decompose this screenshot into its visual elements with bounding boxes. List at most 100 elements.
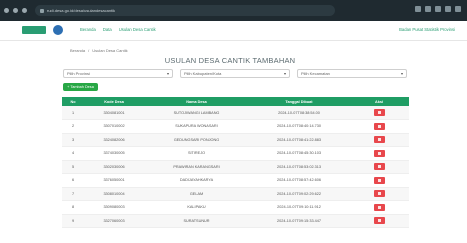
cell-aksi xyxy=(349,133,409,147)
table-row: 8 3309080003 KALIPAKU 2024-10-07T09:10:11.9… xyxy=(62,200,409,215)
col-header-tanggal: Tanggal Dibuat xyxy=(249,97,349,106)
back-icon[interactable] xyxy=(4,8,9,13)
lock-icon xyxy=(40,8,44,13)
cell-no: 9 xyxy=(62,214,84,228)
cell-no: 1 xyxy=(62,106,84,120)
chevron-down-icon: ▾ xyxy=(400,71,403,76)
cell-kode: 3376050001 xyxy=(84,173,144,188)
delete-button[interactable] xyxy=(373,163,385,171)
menu-item-beranda[interactable]: Beranda xyxy=(80,27,96,32)
agency-logo xyxy=(53,25,63,35)
cell-kode: 3304081001 xyxy=(84,106,144,120)
cell-nama: SUKAPURA WONASARI xyxy=(144,119,249,134)
table-row: 6 3376050001 DADIJAYAHKARYA 2024-10-07T08:5… xyxy=(62,173,409,188)
extensions-icon[interactable] xyxy=(415,6,421,12)
bookmark-icon[interactable] xyxy=(425,6,431,12)
menu-icon[interactable] xyxy=(455,6,461,12)
cell-tanggal: 2024-10-07T09:10:11.912 xyxy=(249,200,349,215)
delete-button[interactable] xyxy=(373,176,385,184)
table-row: 7 3308010004 GELAM 2024-10-07T09:02:29.622 xyxy=(62,187,409,201)
menu-item-data[interactable]: Data xyxy=(103,27,112,32)
district-select-label: Pilih Kecamatan xyxy=(301,71,330,76)
profile-icon[interactable] xyxy=(445,6,451,12)
table-row: 4 3374030005 SITIREJO 2024-10-07T08:45:30.1… xyxy=(62,146,409,161)
col-header-nama: Nama Desa xyxy=(144,97,249,106)
cell-tanggal: 2024-10-07T08:53:02.313 xyxy=(249,160,349,174)
province-select[interactable]: Pilih Provinsi ▾ xyxy=(63,69,173,78)
table-row: 5 3302030006 PRAWIRAN KARANGSARI 2024-10-07… xyxy=(62,160,409,174)
village-table: No Kode Desa Nama Desa Tanggal Dibuat Ak… xyxy=(62,97,409,228)
chevron-down-icon: ▾ xyxy=(283,71,286,76)
col-header-no: No xyxy=(62,97,84,106)
col-header-aksi: Aksi xyxy=(349,97,409,106)
breadcrumb-current: Usulan Desa Cantik xyxy=(92,48,128,53)
cell-aksi xyxy=(349,160,409,174)
table-row: 3 3324082006 GEDUNGSARI PONJONG 2024-10-07T… xyxy=(62,133,409,147)
cell-nama: PRAWIRAN KARANGSARI xyxy=(144,160,249,174)
menu-item-usulan[interactable]: Usulan Desa Cantik xyxy=(119,27,156,32)
col-header-kode: Kode Desa xyxy=(84,97,144,106)
table-row: 1 3304081001 SUTOJIWANGI LAMBANG 2024-10-07… xyxy=(62,106,409,120)
main-menu: Beranda Data Usulan Desa Cantik xyxy=(80,27,156,32)
cell-nama: SURATSUNUR xyxy=(144,214,249,228)
chevron-down-icon: ▾ xyxy=(166,71,169,76)
district-select[interactable]: Pilih Kecamatan ▾ xyxy=(297,69,407,78)
cell-aksi xyxy=(349,106,409,120)
cell-tanggal: 2024-10-07T08:38:54.00 xyxy=(249,106,349,120)
table-header-row: No Kode Desa Nama Desa Tanggal Dibuat Ak… xyxy=(62,97,409,106)
browser-nav xyxy=(4,8,27,13)
delete-button[interactable] xyxy=(373,203,385,211)
cell-nama: GEDUNGSARI PONJONG xyxy=(144,133,249,147)
delete-button[interactable] xyxy=(373,122,385,130)
cell-tanggal: 2024-10-07T09:15:33.447 xyxy=(249,214,349,228)
delete-button[interactable] xyxy=(373,136,385,144)
cell-no: 2 xyxy=(62,119,84,134)
cell-aksi xyxy=(349,200,409,215)
cell-no: 6 xyxy=(62,173,84,188)
cell-tanggal: 2024-10-07T08:57:42.606 xyxy=(249,173,349,188)
cell-tanggal: 2024-10-07T09:02:29.622 xyxy=(249,187,349,201)
cell-kode: 3308010004 xyxy=(84,187,144,201)
delete-button[interactable] xyxy=(373,149,385,157)
cell-aksi xyxy=(349,187,409,201)
cell-no: 5 xyxy=(62,160,84,174)
browser-tools xyxy=(415,6,461,12)
browser-toolbar: rudi.desa.go.id/desa/usulandesacantik xyxy=(0,0,467,21)
cell-nama: SUTOJIWANGI LAMBANG xyxy=(144,106,249,120)
download-icon[interactable] xyxy=(435,6,441,12)
forward-icon[interactable] xyxy=(13,8,18,13)
address-bar[interactable]: rudi.desa.go.id/desa/usulandesacantik xyxy=(35,5,335,16)
page-title: USULAN DESA CANTIK TAMBAHAN xyxy=(164,56,296,65)
cell-nama: GELAM xyxy=(144,187,249,201)
reload-icon[interactable] xyxy=(22,8,27,13)
add-village-button[interactable]: + Tambah Desa xyxy=(63,83,98,91)
cell-no: 3 xyxy=(62,133,84,147)
regency-select-label: Pilih Kabupaten/Kota xyxy=(184,71,222,76)
cell-no: 7 xyxy=(62,187,84,201)
breadcrumb-home[interactable]: Beranda xyxy=(70,48,85,53)
province-select-label: Pilih Provinsi xyxy=(67,71,90,76)
table-row: 2 3307010002 SUKAPURA WONASARI 2024-10-07T0… xyxy=(62,119,409,134)
cell-nama: KALIPAKU xyxy=(144,200,249,215)
cell-kode: 3374030005 xyxy=(84,146,144,161)
site-logo[interactable] xyxy=(22,26,46,34)
cell-nama: DADIJAYAHKARYA xyxy=(144,173,249,188)
cell-kode: 3309080003 xyxy=(84,200,144,215)
cell-aksi xyxy=(349,173,409,188)
url-text: rudi.desa.go.id/desa/usulandesacantik xyxy=(47,8,116,13)
breadcrumb-separator: / xyxy=(88,48,90,53)
cell-nama: SITIREJO xyxy=(144,146,249,161)
table-body: 1 3304081001 SUTOJIWANGI LAMBANG 2024-10-07… xyxy=(62,106,409,228)
cell-aksi xyxy=(349,214,409,228)
delete-button[interactable] xyxy=(373,190,385,198)
user-menu[interactable]: Badan Pusat Statistik Provinsi xyxy=(399,27,455,32)
cell-aksi xyxy=(349,146,409,161)
cell-aksi xyxy=(349,119,409,134)
cell-kode: 3324082006 xyxy=(84,133,144,147)
cell-tanggal: 2024-10-07T08:40:14.730 xyxy=(249,119,349,134)
cell-tanggal: 2024-10-07T08:41:22.883 xyxy=(249,133,349,147)
regency-select[interactable]: Pilih Kabupaten/Kota ▾ xyxy=(180,69,290,78)
delete-button[interactable] xyxy=(373,109,385,116)
cell-no: 8 xyxy=(62,200,84,215)
delete-button[interactable] xyxy=(373,217,385,225)
